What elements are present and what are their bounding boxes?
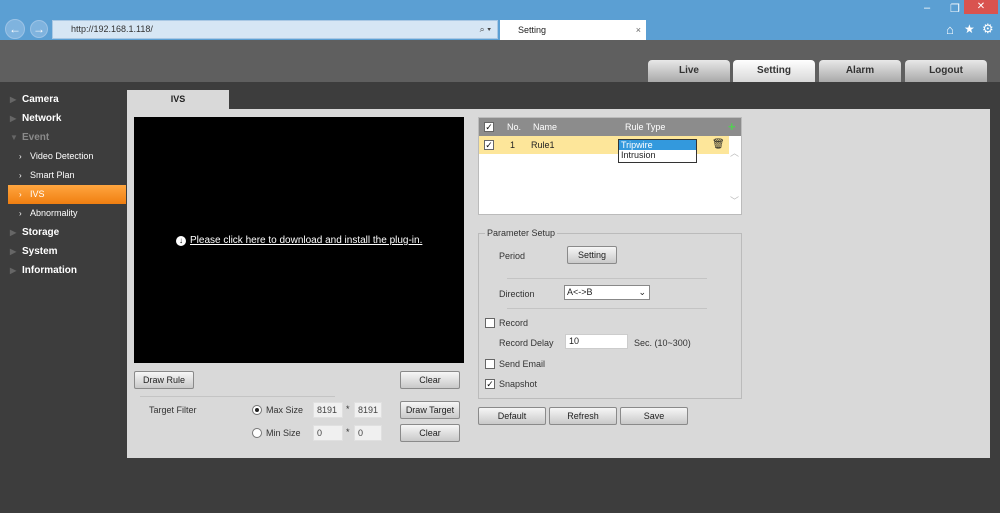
record-delay-label: Record Delay — [499, 338, 554, 348]
home-icon[interactable]: ⌂ — [946, 22, 954, 37]
sidebar-item-camera[interactable]: ▶ Camera — [0, 90, 126, 109]
select-all-checkbox[interactable]: ✓ — [484, 122, 494, 132]
tab-title: Setting — [518, 25, 547, 35]
tab-alarm[interactable]: Alarm — [819, 60, 901, 82]
snapshot-checkbox[interactable]: ✓ — [485, 379, 495, 389]
tab-logout[interactable]: Logout — [905, 60, 987, 82]
max-size-label: Max Size — [266, 405, 304, 415]
sidebar-item-information[interactable]: ▶ Information — [0, 261, 126, 280]
min-size-label: Min Size — [266, 428, 301, 438]
sidebar-item-network[interactable]: ▶ Network — [0, 109, 126, 128]
min-width-input[interactable]: 0 — [313, 425, 343, 441]
sidebar-item-system[interactable]: ▶ System — [0, 242, 126, 261]
browser-tab[interactable]: Setting × — [500, 20, 646, 40]
rule-type-dropdown[interactable]: Tripwire Intrusion — [618, 139, 697, 163]
chevron-down-icon: ⌄ — [638, 287, 646, 297]
target-filter-label: Target Filter — [149, 405, 197, 415]
back-button[interactable]: ← — [5, 19, 25, 39]
sidebar-item-ivs[interactable]: › IVS — [8, 185, 126, 204]
option-intrusion[interactable]: Intrusion — [619, 150, 696, 160]
header-name: Name — [533, 122, 558, 132]
sidebar-item-abnormality[interactable]: › Abnormality — [0, 204, 126, 223]
max-size-radio[interactable] — [252, 405, 262, 415]
rule-table-header: ✓ No. Name Rule Type + — [479, 118, 741, 136]
forward-button[interactable]: → — [30, 20, 48, 38]
snapshot-label: Snapshot — [499, 379, 538, 389]
draw-target-button[interactable]: Draw Target — [400, 401, 460, 419]
sidebar-item-smart-plan[interactable]: › Smart Plan — [0, 166, 126, 185]
record-checkbox[interactable] — [485, 318, 495, 328]
direction-select[interactable]: A<->B ⌄ — [564, 285, 650, 300]
parameter-setup: Parameter Setup Period Setting Direction… — [478, 228, 742, 399]
draw-rule-button[interactable]: Draw Rule — [134, 371, 194, 389]
record-delay-input[interactable]: 10 — [565, 334, 628, 349]
restore-icon[interactable]: ❐ — [950, 2, 960, 15]
sidebar-item-video-detection[interactable]: › Video Detection — [0, 147, 126, 166]
record-label: Record — [499, 318, 529, 328]
option-tripwire[interactable]: Tripwire — [619, 140, 696, 150]
min-size-radio[interactable] — [252, 428, 262, 438]
tab-setting[interactable]: Setting — [733, 60, 815, 82]
separator: * — [346, 427, 350, 437]
direction-label: Direction — [499, 289, 535, 299]
record-delay-unit: Sec. (10~300) — [634, 338, 691, 348]
scroll-down-icon[interactable]: ﹀ — [730, 194, 739, 207]
video-area: ↓ Please click here to download and insta… — [134, 117, 464, 363]
sidebar-item-event[interactable]: ▼ Event — [0, 128, 126, 147]
period-label: Period — [499, 251, 526, 261]
min-height-input[interactable]: 0 — [354, 425, 382, 441]
divider — [507, 278, 707, 279]
send-email-checkbox[interactable] — [485, 359, 495, 369]
clear-rule-button[interactable]: Clear — [400, 371, 460, 389]
header-rule-type: Rule Type — [625, 122, 666, 132]
gear-icon[interactable]: ⚙ — [982, 21, 994, 37]
clear-target-button[interactable]: Clear — [400, 424, 460, 442]
scroll-up-icon[interactable]: ︿ — [730, 146, 739, 159]
parameter-setup-legend: Parameter Setup — [485, 228, 558, 238]
browser-chrome: ← → http://192.168.1.118/ ⌕ ▾ Setting × –… — [0, 0, 1000, 40]
tab-live[interactable]: Live — [648, 60, 730, 82]
address-bar[interactable]: http://192.168.1.118/ ⌕ ▾ — [52, 20, 498, 39]
header-no: No. — [507, 122, 522, 132]
period-setting-button[interactable]: Setting — [567, 246, 617, 264]
minimize-icon[interactable]: – — [924, 2, 930, 14]
sidebar-item-storage[interactable]: ▶ Storage — [0, 223, 126, 242]
download-icon: ↓ — [176, 236, 186, 246]
save-button[interactable]: Save — [620, 407, 688, 425]
separator: * — [346, 404, 350, 414]
row-checkbox[interactable]: ✓ — [484, 140, 494, 150]
search-icon[interactable]: ⌕ ▾ — [480, 21, 491, 38]
url-text: http://192.168.1.118/ — [71, 24, 153, 34]
divider — [140, 396, 335, 397]
send-email-label: Send Email — [499, 359, 546, 369]
plugin-download-link[interactable]: ↓ Please click here to download and insta… — [176, 235, 422, 246]
divider — [507, 308, 707, 309]
rule-name: Rule1 — [531, 140, 555, 150]
default-button[interactable]: Default — [478, 407, 546, 425]
close-tab-icon[interactable]: × — [636, 20, 641, 40]
tab-ivs[interactable]: IVS — [127, 90, 229, 109]
star-icon[interactable]: ★ — [964, 22, 975, 36]
rule-no: 1 — [510, 140, 516, 150]
refresh-button[interactable]: Refresh — [549, 407, 617, 425]
rule-table: ✓ No. Name Rule Type + ✓ 1 Rule1 🗑 Tripw… — [478, 117, 742, 215]
delete-icon[interactable]: 🗑 — [712, 136, 725, 154]
add-rule-icon[interactable]: + — [728, 118, 736, 136]
max-width-input[interactable]: 8191 — [313, 402, 343, 418]
max-height-input[interactable]: 8191 — [354, 402, 382, 418]
close-window-button[interactable]: ✕ — [964, 0, 998, 14]
